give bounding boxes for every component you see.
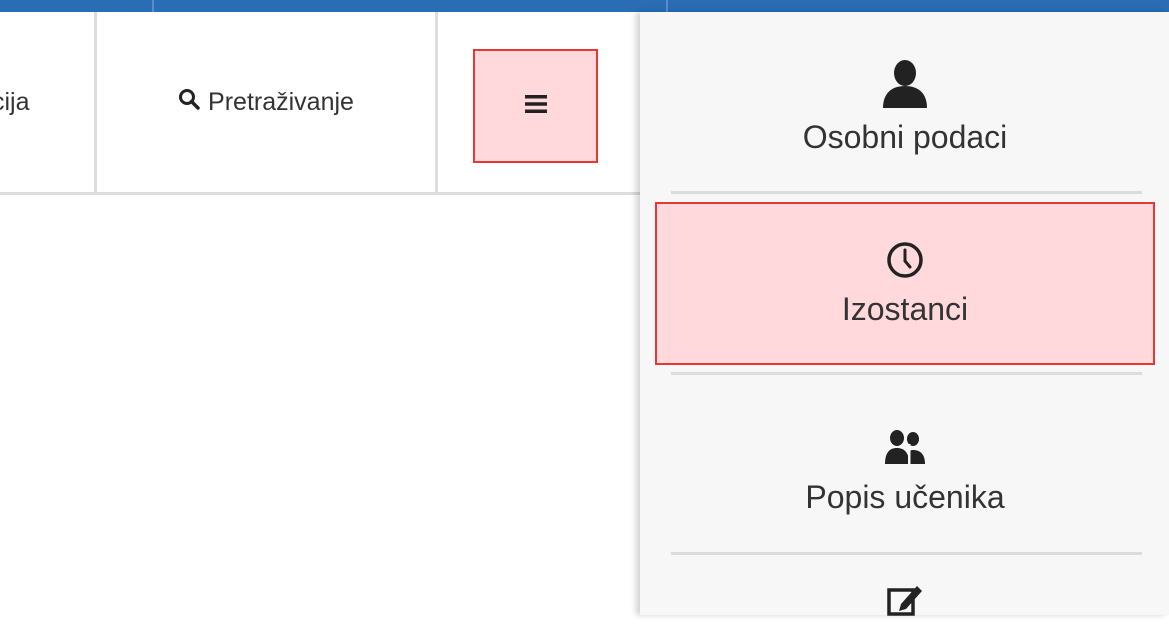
top-bar-separator — [152, 0, 154, 12]
top-navbar: cija Pretraživanje — [0, 12, 640, 195]
nav-item-location[interactable]: cija — [0, 12, 97, 192]
top-accent-bar — [0, 0, 1169, 12]
side-menu-item-personal-data[interactable]: Osobni podaci — [655, 42, 1155, 172]
search-icon — [178, 88, 200, 117]
side-menu-item-grades[interactable] — [655, 582, 1155, 642]
hamburger-icon — [524, 94, 547, 119]
side-menu-divider — [671, 191, 1142, 194]
nav-item-location-label: cija — [0, 87, 30, 116]
side-menu-item-student-list[interactable]: Popis učenika — [655, 402, 1155, 542]
menu-toggle-button[interactable] — [473, 49, 598, 163]
side-menu-item-absences[interactable]: Izostanci — [655, 202, 1155, 365]
side-menu-item-label: Osobni podaci — [802, 119, 1008, 155]
nav-item-search[interactable]: Pretraživanje — [97, 12, 438, 192]
side-menu-panel: Osobni podaci Izostanci Popis učenika — [640, 12, 1169, 616]
users-icon — [885, 428, 925, 473]
user-icon — [880, 58, 930, 113]
nav-item-search-label: Pretraživanje — [208, 87, 354, 116]
top-bar-separator — [666, 0, 668, 12]
side-menu-item-label: Izostanci — [841, 290, 969, 327]
edit-icon — [887, 582, 923, 623]
side-menu-divider — [671, 372, 1142, 375]
side-menu-item-label: Popis učenika — [805, 479, 1005, 515]
clock-icon — [885, 240, 925, 285]
side-menu-divider — [671, 552, 1142, 555]
